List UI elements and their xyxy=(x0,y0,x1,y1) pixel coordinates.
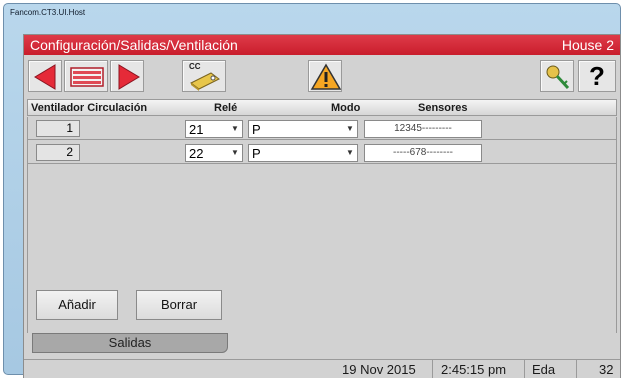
status-date: 19 Nov 2015 xyxy=(342,362,416,377)
arrow-left-icon xyxy=(34,64,56,90)
row-number[interactable]: 2 xyxy=(36,144,80,161)
status-number: 32 xyxy=(599,362,614,377)
list-view-button[interactable] xyxy=(64,60,108,92)
rele-select[interactable]: 21 ▼ xyxy=(185,120,243,138)
chevron-down-icon: ▼ xyxy=(231,124,239,133)
col-rele: Relé xyxy=(214,102,238,114)
status-time: 2:45:15 pm xyxy=(441,362,507,377)
modo-select[interactable]: P ▼ xyxy=(248,144,358,162)
chevron-down-icon: ▼ xyxy=(231,148,239,157)
cc-button[interactable]: CC xyxy=(182,60,226,92)
chevron-down-icon: ▼ xyxy=(346,124,354,133)
add-button[interactable]: Añadir xyxy=(36,290,118,320)
modo-value: P xyxy=(252,122,261,137)
modo-select[interactable]: P ▼ xyxy=(248,120,358,138)
warning-icon xyxy=(310,63,342,90)
col-sensores: Sensores xyxy=(418,102,468,114)
application-window: Fancom.CT3.UI.Host Configuración/Salidas… xyxy=(3,3,621,378)
key-icon xyxy=(546,65,570,90)
window-title: Fancom.CT3.UI.Host xyxy=(10,8,86,17)
col-modo: Modo xyxy=(331,102,361,114)
chevron-down-icon: ▼ xyxy=(346,148,354,157)
status-language: Eda xyxy=(532,362,556,377)
delete-button[interactable]: Borrar xyxy=(136,290,222,320)
next-button[interactable] xyxy=(110,60,144,92)
help-button[interactable]: ? xyxy=(578,60,616,92)
status-divider xyxy=(524,360,525,378)
column-header: Ventilador Circulación Relé Modo Sensore… xyxy=(27,99,617,116)
sensores-value: -----678-------- xyxy=(393,147,453,158)
app-panel: Configuración/Salidas/Ventilación House … xyxy=(23,34,621,378)
sensores-value: 12345--------- xyxy=(394,123,452,134)
col-ventilador: Ventilador Circulación xyxy=(31,102,148,114)
list-icon xyxy=(70,67,104,87)
modo-value: P xyxy=(252,146,261,161)
arrow-right-icon xyxy=(118,64,140,90)
breadcrumb: Configuración/Salidas/Ventilación xyxy=(30,37,238,53)
header-bar: Configuración/Salidas/Ventilación House … xyxy=(24,35,620,55)
sensores-field[interactable]: 12345--------- xyxy=(364,120,482,138)
rele-value: 22 xyxy=(189,146,204,161)
status-divider xyxy=(432,360,433,378)
sensores-field[interactable]: -----678-------- xyxy=(364,144,482,162)
cc-label: CC xyxy=(189,62,201,71)
previous-button[interactable] xyxy=(28,60,62,92)
table-row[interactable]: 2 22 ▼ P ▼ -----678-------- xyxy=(28,141,616,164)
toolbar: CC ? xyxy=(24,55,620,95)
rele-select[interactable]: 22 ▼ xyxy=(185,144,243,162)
status-bar: 19 Nov 2015 2:45:15 pm Eda 32 xyxy=(24,359,620,378)
table-row[interactable]: 1 21 ▼ P ▼ 12345--------- xyxy=(28,117,616,140)
alarm-button[interactable] xyxy=(308,60,342,92)
house-label[interactable]: House 2 xyxy=(562,37,614,53)
status-divider xyxy=(576,360,577,378)
login-button[interactable] xyxy=(540,60,574,92)
row-number[interactable]: 1 xyxy=(36,120,80,137)
rele-value: 21 xyxy=(189,122,204,137)
tab-salidas[interactable]: Salidas xyxy=(32,333,228,353)
